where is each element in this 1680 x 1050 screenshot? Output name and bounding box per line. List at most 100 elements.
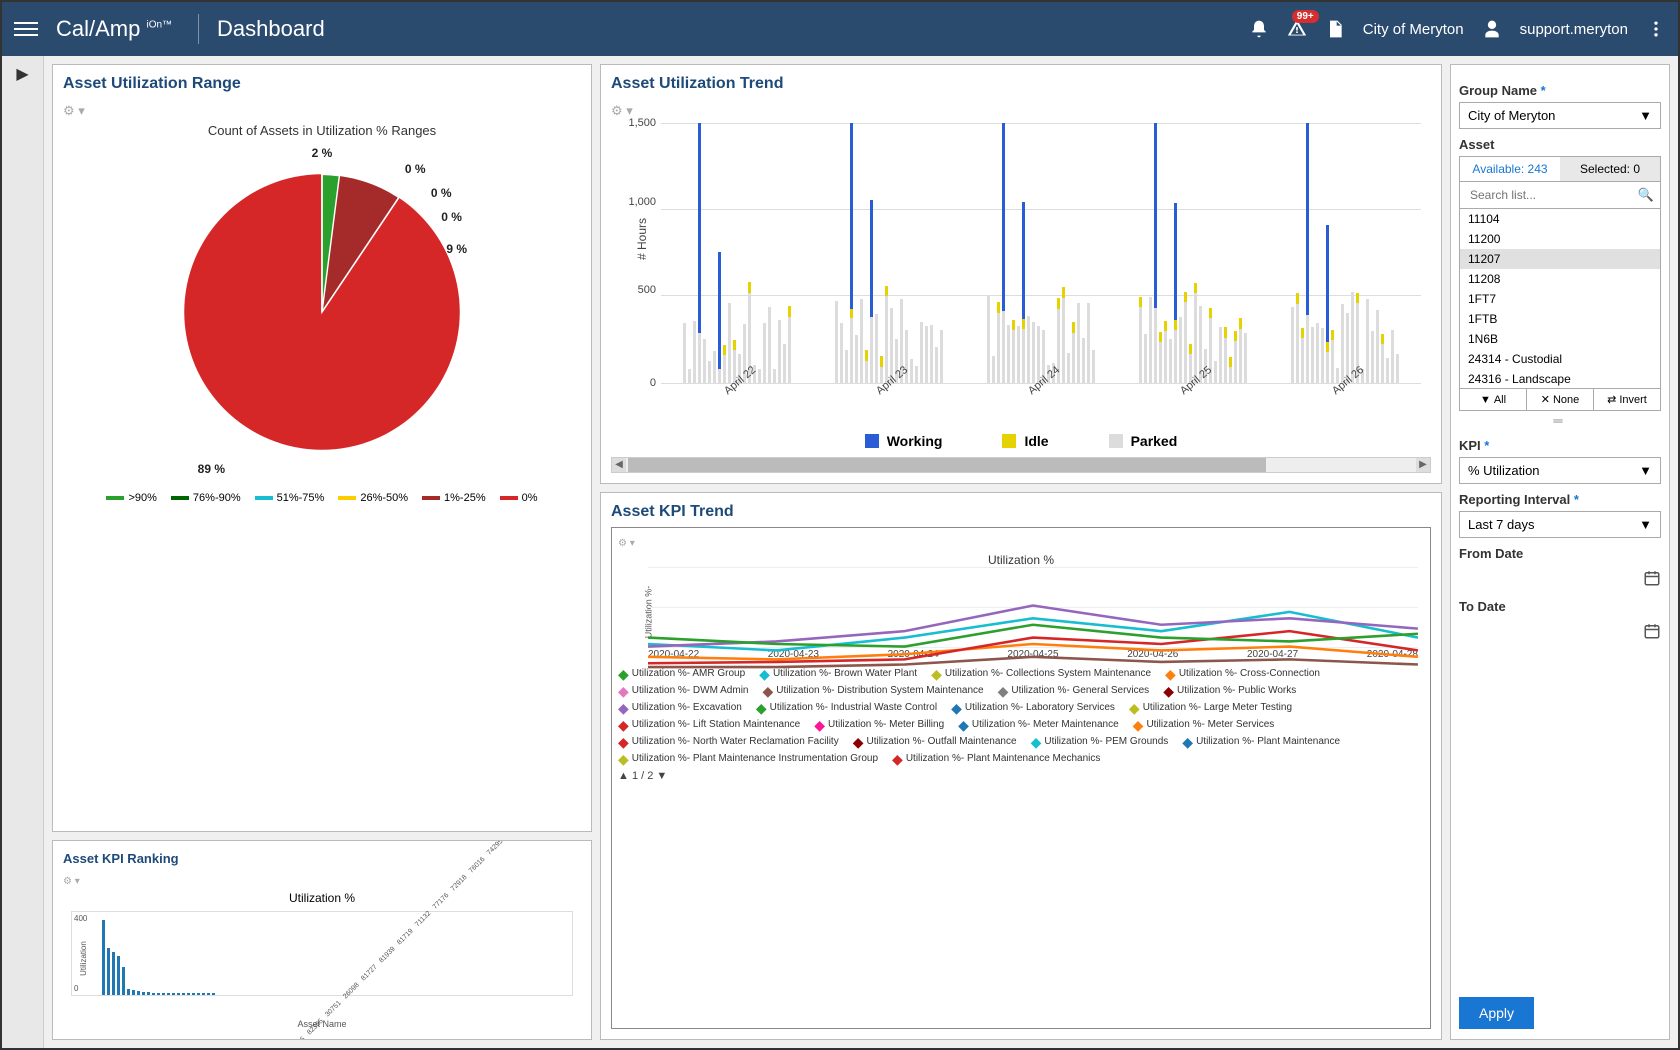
legend-item[interactable]: ◆Utilization %- Plant Maintenance Instru…: [618, 751, 878, 766]
hamburger-menu-icon[interactable]: [14, 17, 38, 41]
tab-selected[interactable]: Selected: 0: [1560, 157, 1660, 181]
group-name-select[interactable]: City of Meryton▼: [1459, 102, 1661, 129]
tab-available[interactable]: Available: 243: [1460, 157, 1560, 181]
asset-search-input[interactable]: [1466, 184, 1638, 206]
gear-icon[interactable]: ⚙ ▾: [63, 876, 581, 887]
y-tick: 400: [74, 914, 87, 923]
org-name[interactable]: City of Meryton: [1363, 21, 1464, 38]
trend-day-group: [813, 123, 965, 383]
asset-kpi-trend-panel: Asset KPI Trend ⚙ ▾ Utilization % Utiliz…: [600, 492, 1442, 1040]
panel-title: Asset Utilization Trend: [611, 75, 1431, 93]
kebab-menu-icon[interactable]: [1646, 19, 1666, 39]
interval-select[interactable]: Last 7 days▼: [1459, 511, 1661, 538]
filter-all-button[interactable]: ▼All: [1460, 389, 1527, 410]
legend-item[interactable]: ◆Utilization %- PEM Grounds: [1031, 734, 1169, 749]
filter-invert-button[interactable]: ⇄Invert: [1594, 389, 1660, 410]
chevron-down-icon: ▼: [1639, 517, 1652, 532]
trend-legend: Working Idle Parked: [611, 433, 1431, 449]
funnel-icon: ▼: [1480, 394, 1491, 406]
kpi-line-chart[interactable]: Utilization %-: [648, 567, 1418, 647]
legend-item[interactable]: 76%-90%: [171, 492, 241, 504]
legend-item[interactable]: ◆Utilization %- Plant Maintenance Mechan…: [892, 751, 1100, 766]
asset-list-item[interactable]: 11104: [1460, 209, 1660, 229]
chevron-down-icon: ▼: [1639, 463, 1652, 478]
legend-item[interactable]: ◆Utilization %- North Water Reclamation …: [618, 734, 839, 749]
legend-item[interactable]: 1%-25%: [422, 492, 486, 504]
y-tick: 500: [621, 284, 656, 296]
legend-item[interactable]: 0%: [500, 492, 538, 504]
slice-label: 0 %: [431, 186, 452, 200]
legend-item[interactable]: ◆Utilization %- Meter Maintenance: [958, 717, 1119, 732]
gear-icon[interactable]: ⚙ ▾: [611, 103, 1431, 119]
legend-item[interactable]: ◆Utilization %- Outfall Maintenance: [853, 734, 1017, 749]
legend-item[interactable]: ◆Utilization %- Public Works: [1163, 683, 1296, 698]
pie-chart[interactable]: [177, 167, 467, 457]
calendar-icon[interactable]: [1643, 622, 1661, 640]
interval-label: Reporting Interval *: [1459, 492, 1661, 507]
asset-list-item[interactable]: 24314 - Custodial: [1460, 349, 1660, 369]
legend-item[interactable]: ◆Utilization %- Large Meter Testing: [1129, 700, 1292, 715]
legend-item[interactable]: ◆Utilization %- Meter Billing: [814, 717, 944, 732]
asset-list-item[interactable]: 24316 - Landscape: [1460, 369, 1660, 389]
legend-item[interactable]: ◆Utilization %- Laboratory Services: [951, 700, 1115, 715]
legend-item[interactable]: ◆Utilization %- Industrial Waste Control: [756, 700, 937, 715]
user-name[interactable]: support.meryton: [1520, 21, 1628, 38]
legend-item[interactable]: Working: [865, 433, 943, 449]
user-icon: [1482, 19, 1502, 39]
gear-icon[interactable]: ⚙ ▾: [63, 103, 581, 119]
legend-pager[interactable]: ▲ 1 / 2 ▼: [618, 770, 1424, 782]
legend-item[interactable]: >90%: [106, 492, 156, 504]
horizontal-scrollbar[interactable]: ◀ ▶: [611, 457, 1431, 473]
legend-item[interactable]: ◆Utilization %- General Services: [998, 683, 1150, 698]
kpi-legend: ◆Utilization %- AMR Group◆Utilization %-…: [618, 666, 1424, 766]
asset-list-item[interactable]: 11200: [1460, 229, 1660, 249]
sidebar-expand-toggle[interactable]: ▶: [2, 56, 44, 1048]
asset-search-row: 🔍: [1459, 182, 1661, 209]
asset-list[interactable]: 111041120011207112081FT71FTB1N6B24314 - …: [1459, 209, 1661, 389]
scroll-left-arrow[interactable]: ◀: [612, 458, 626, 472]
slice-label: 89 %: [198, 462, 225, 476]
document-icon[interactable]: [1325, 19, 1345, 39]
apply-button[interactable]: Apply: [1459, 997, 1534, 1029]
filter-none-button[interactable]: ✕None: [1527, 389, 1594, 410]
gear-icon[interactable]: ⚙ ▾: [618, 538, 1424, 549]
trend-day-group: [1117, 123, 1269, 383]
legend-item[interactable]: 51%-75%: [255, 492, 325, 504]
asset-list-item[interactable]: 1FTB: [1460, 309, 1660, 329]
legend-item[interactable]: Parked: [1109, 433, 1178, 449]
asset-utilization-range-panel: Asset Utilization Range ⚙ ▾ Count of Ass…: [52, 64, 592, 832]
kpi-select[interactable]: % Utilization▼: [1459, 457, 1661, 484]
legend-item[interactable]: ◆Utilization %- Lift Station Maintenance: [618, 717, 800, 732]
from-date-label: From Date: [1459, 546, 1661, 561]
panel-title: Asset KPI Ranking: [63, 851, 581, 866]
resize-handle[interactable]: ═: [1459, 411, 1661, 430]
trend-day-group: [965, 123, 1117, 383]
alert-badge-wrap[interactable]: 99+: [1287, 18, 1307, 41]
calendar-icon[interactable]: [1643, 569, 1661, 587]
search-icon[interactable]: 🔍: [1638, 187, 1654, 203]
scroll-right-arrow[interactable]: ▶: [1416, 458, 1430, 472]
asset-list-item[interactable]: 11207: [1460, 249, 1660, 269]
scrollbar-thumb[interactable]: [628, 458, 1266, 472]
to-date-label: To Date: [1459, 599, 1661, 614]
legend-item[interactable]: ◆Utilization %- DWM Admin: [618, 683, 748, 698]
asset-tabs: Available: 243 Selected: 0: [1459, 156, 1661, 182]
invert-icon: ⇄: [1607, 393, 1616, 406]
legend-item[interactable]: ◆Utilization %- Plant Maintenance: [1182, 734, 1340, 749]
asset-filter-buttons: ▼All ✕None ⇄Invert: [1459, 389, 1661, 411]
bell-icon[interactable]: [1249, 19, 1269, 39]
legend-item[interactable]: Idle: [1002, 433, 1048, 449]
y-tick: 1,000: [621, 196, 656, 208]
asset-list-item[interactable]: 11208: [1460, 269, 1660, 289]
legend-item[interactable]: ◆Utilization %- Distribution System Main…: [762, 683, 983, 698]
legend-item[interactable]: ◆Utilization %- Meter Services: [1133, 717, 1275, 732]
ranking-bar-chart[interactable]: Utilization 400 0: [71, 911, 573, 996]
trend-bar-chart[interactable]: # Hours 1,500 1,000 500 0 April 22 April…: [661, 123, 1421, 383]
asset-list-item[interactable]: 1FT7: [1460, 289, 1660, 309]
chart-subtitle: Utilization %: [618, 553, 1424, 567]
legend-item[interactable]: 26%-50%: [338, 492, 408, 504]
group-name-label: Group Name *: [1459, 83, 1661, 98]
asset-list-item[interactable]: 1N6B: [1460, 329, 1660, 349]
trend-day-group: [661, 123, 813, 383]
legend-item[interactable]: ◆Utilization %- Excavation: [618, 700, 742, 715]
